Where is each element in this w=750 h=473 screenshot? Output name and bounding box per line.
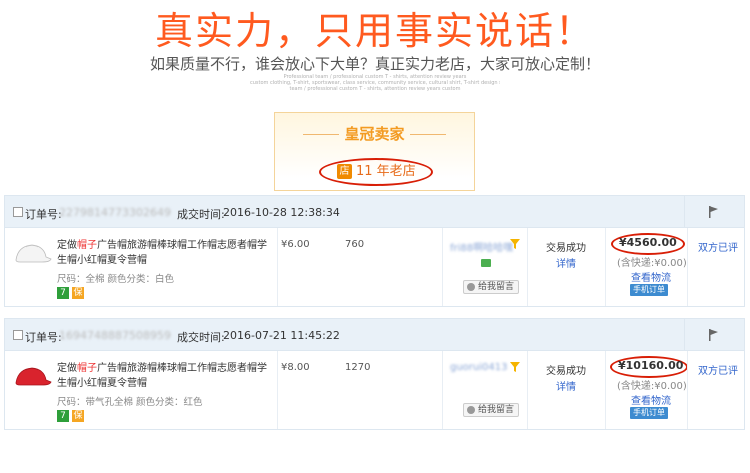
view-logistics-link[interactable]: 查看物流	[631, 269, 671, 284]
tmall-7-icon: 7	[57, 287, 69, 299]
order-card: 订单号: 2279814773302649 成交时间: 2016-10-28 1…	[4, 195, 745, 307]
flag-icon[interactable]	[709, 206, 719, 218]
order-header: 订单号: 2279814773302649 成交时间: 2016-10-28 1…	[5, 196, 744, 228]
shop-years: 11 年老店	[356, 164, 416, 179]
order-item-row: 定做帽子广告帽旅游帽棒球帽工作帽志愿者帽学生帽小红帽夏令营帽 尺码：带气孔全棉 …	[5, 351, 744, 429]
message-icon[interactable]	[481, 259, 491, 267]
banner-subtitle: 如果质量不行，谁会放心下大单？真正实力老店，大家可放心定制！	[149, 55, 600, 73]
unit-price: ¥6.00	[281, 239, 310, 250]
order-card: 订单号: 1694748887508959 成交时间: 2016-07-21 1…	[4, 318, 745, 430]
product-attributes: 尺码：全棉 颜色分类：白色	[57, 274, 175, 285]
product-attributes: 尺码：带气孔全棉 颜色分类：红色	[57, 397, 203, 408]
order-number-label: 订单号:	[25, 208, 62, 221]
shop-icon: 店	[337, 164, 352, 179]
divider	[303, 134, 339, 135]
order-checkbox[interactable]	[13, 207, 23, 217]
trade-status: 交易成功	[546, 243, 586, 254]
order-item-row: 定做帽子广告帽旅游帽棒球帽工作帽志愿者帽学生帽小红帽夏令营帽 尺码：全棉 颜色分…	[5, 228, 744, 306]
product-image[interactable]	[12, 240, 52, 266]
product-title[interactable]: 定做帽子广告帽旅游帽棒球帽工作帽志愿者帽学生帽小红帽夏令营帽	[57, 238, 275, 268]
unit-price: ¥8.00	[281, 362, 310, 373]
shipping-fee: (含快递:¥0.00)	[617, 258, 687, 269]
trade-status: 交易成功	[546, 366, 586, 377]
order-total: ¥4560.00	[619, 236, 677, 249]
filter-icon[interactable]	[510, 239, 520, 249]
order-number-label: 订单号:	[25, 331, 62, 344]
buyer-name[interactable]: guorui0413	[450, 362, 515, 373]
deal-time-label: 成交时间:	[177, 208, 225, 221]
badge-title: 皇冠卖家	[344, 125, 405, 143]
years-highlight-oval: 店 11 年老店	[319, 158, 433, 186]
divider	[410, 134, 446, 135]
product-image[interactable]	[12, 363, 52, 389]
detail-link[interactable]: 详情	[556, 378, 576, 393]
order-total: ¥10160.00	[618, 359, 684, 372]
promo-banner: 真实力，只用事实说话！ 如果质量不行，谁会放心下大单？真正实力老店，大家可放心定…	[0, 0, 750, 100]
deal-time: 2016-10-28 12:38:34	[223, 206, 340, 219]
view-logistics-link[interactable]: 查看物流	[631, 392, 671, 407]
quantity: 1270	[345, 362, 371, 373]
mobile-order-badge: 手机订单	[630, 284, 668, 296]
guarantee-icon: 保	[72, 410, 84, 422]
deal-time-label: 成交时间:	[177, 331, 225, 344]
leave-message-button[interactable]: 给我留言	[463, 280, 520, 294]
order-header: 订单号: 1694748887508959 成交时间: 2016-07-21 1…	[5, 319, 744, 351]
order-number: 2279814773302649	[59, 206, 171, 219]
banner-small-text: Professional team / professional custom …	[250, 74, 500, 92]
detail-link[interactable]: 详情	[556, 255, 576, 270]
banner-small-line: team / professional custom T - shirts, a…	[289, 86, 461, 92]
buyer-name[interactable]: fri88啊哈哈嘿	[450, 239, 515, 254]
crown-seller-badge: 皇冠卖家 店 11 年老店	[274, 112, 475, 191]
banner-title: 真实力，只用事实说话！	[154, 9, 595, 53]
deal-time: 2016-07-21 11:45:22	[223, 329, 340, 342]
flag-icon[interactable]	[709, 329, 719, 341]
order-number: 1694748887508959	[59, 329, 171, 342]
rating-status-link[interactable]: 双方已评	[698, 239, 738, 254]
mobile-order-badge: 手机订单	[630, 407, 668, 419]
rating-status-link[interactable]: 双方已评	[698, 362, 738, 377]
filter-icon[interactable]	[510, 362, 520, 372]
shipping-fee: (含快递:¥0.00)	[617, 381, 687, 392]
order-checkbox[interactable]	[13, 330, 23, 340]
quantity: 760	[345, 239, 365, 250]
tmall-7-icon: 7	[57, 410, 69, 422]
leave-message-button[interactable]: 给我留言	[463, 403, 520, 417]
product-title[interactable]: 定做帽子广告帽旅游帽棒球帽工作帽志愿者帽学生帽小红帽夏令营帽	[57, 361, 275, 391]
guarantee-icon: 保	[72, 287, 84, 299]
